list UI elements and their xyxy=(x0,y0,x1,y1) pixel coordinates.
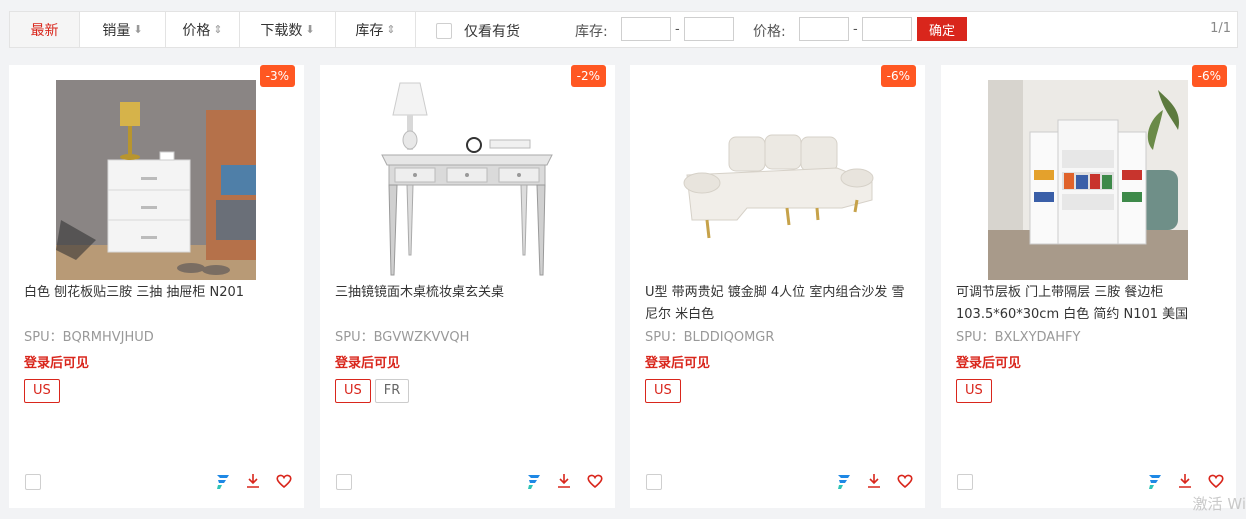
discount-badge: -6% xyxy=(1191,65,1227,87)
flash-icon[interactable] xyxy=(833,471,853,491)
price-login-note: 登录后可见 xyxy=(645,356,711,371)
price-login-note: 登录后可见 xyxy=(24,356,90,371)
download-icon[interactable] xyxy=(1175,471,1195,491)
card-actions xyxy=(822,471,915,491)
sort-updown-icon: ⇕ xyxy=(386,23,396,36)
region-tag: US xyxy=(645,379,681,403)
region-tag: FR xyxy=(374,379,410,403)
filter-bar: 最新 销量 ⬇ 价格 ⇕ 下载数 ⬇ 库存 ⇕ 仅看有货 库存: - 价格: - 确定 … xyxy=(9,11,1238,48)
sort-label: 最新 xyxy=(30,22,59,39)
select-checkbox[interactable] xyxy=(25,474,41,490)
region-tag: US xyxy=(24,379,60,403)
select-checkbox[interactable] xyxy=(957,474,973,490)
page-indicator: 1/1 xyxy=(1210,21,1231,36)
region-tag: US xyxy=(956,379,992,403)
heart-icon[interactable] xyxy=(585,471,605,491)
product-card[interactable]: -6% 可调节层板 门上带隔层 三胺 餐边柜 103.5*60*30cm 白色 … xyxy=(941,65,1246,513)
price-login-note: 登录后可见 xyxy=(956,356,1022,371)
price-min-input[interactable] xyxy=(799,17,849,41)
product-title[interactable]: U型 带两贵妃 镀金脚 4人位 室内组合沙发 雪尼尔 米白色 xyxy=(645,282,915,326)
flash-icon[interactable] xyxy=(1144,471,1164,491)
region-tags: US xyxy=(24,379,64,403)
sort-label: 销量 xyxy=(102,22,131,39)
product-card[interactable]: -2% 三抽镜镜面木桌梳妆桌玄关桌 SPU：BGVWZKVVQH 登录后可见 U… xyxy=(320,65,615,508)
price-max-input[interactable] xyxy=(862,17,912,41)
price-login-note: 登录后可见 xyxy=(335,356,401,371)
range-separator: - xyxy=(853,22,858,37)
sort-label: 库存 xyxy=(355,22,384,39)
flash-icon[interactable] xyxy=(212,471,232,491)
download-icon[interactable] xyxy=(864,471,884,491)
spu-code: SPU：BXLXYDAHFY xyxy=(956,330,1081,345)
product-title[interactable]: 可调节层板 门上带隔层 三胺 餐边柜 103.5*60*30cm 白色 简约 N… xyxy=(956,282,1226,326)
card-actions xyxy=(201,471,294,491)
activation-watermark: 激活 Wi xyxy=(1192,495,1246,513)
sort-downloads[interactable]: 下载数 ⬇ xyxy=(240,12,336,47)
heart-icon[interactable] xyxy=(895,471,915,491)
product-image-desk[interactable] xyxy=(367,80,567,280)
flash-icon[interactable] xyxy=(523,471,543,491)
range-separator: - xyxy=(675,22,680,37)
only-in-stock-label: 仅看有货 xyxy=(464,24,520,40)
product-card[interactable]: -6% U型 带两贵妃 镀金脚 4人位 室内组合沙发 雪尼尔 米白色 SPU：B… xyxy=(630,65,925,508)
select-checkbox[interactable] xyxy=(336,474,352,490)
sort-down-icon: ⬇ xyxy=(133,23,143,36)
stock-min-input[interactable] xyxy=(621,17,671,41)
region-tags: US xyxy=(956,379,996,403)
product-title[interactable]: 三抽镜镜面木桌梳妆桌玄关桌 xyxy=(335,282,605,304)
sort-newest[interactable]: 最新 xyxy=(10,12,80,47)
stock-range-label: 库存: xyxy=(575,24,608,40)
spu-code: SPU：BQRMHVJHUD xyxy=(24,330,154,345)
discount-badge: -2% xyxy=(570,65,606,87)
card-actions xyxy=(512,471,605,491)
sort-stock[interactable]: 库存 ⇕ xyxy=(336,12,416,47)
stock-max-input[interactable] xyxy=(684,17,734,41)
spu-code: SPU：BGVWZKVVQH xyxy=(335,330,470,345)
product-image-sofa[interactable] xyxy=(677,80,877,280)
product-image-nightstand[interactable] xyxy=(56,80,256,280)
sort-sales[interactable]: 销量 ⬇ xyxy=(80,12,166,47)
product-title[interactable]: 白色 刨花板贴三胺 三抽 抽屉柜 N201 xyxy=(24,282,294,304)
price-range-label: 价格: xyxy=(753,24,786,40)
sort-label: 价格 xyxy=(182,22,211,39)
sort-label: 下载数 xyxy=(260,22,303,39)
region-tags: US FR xyxy=(335,379,413,403)
select-checkbox[interactable] xyxy=(646,474,662,490)
heart-icon[interactable] xyxy=(1206,471,1226,491)
only-in-stock-toggle[interactable]: 仅看有货 xyxy=(436,21,520,41)
product-card[interactable]: -3% 白色 刨花板贴三胺 三抽 抽屉柜 N201 SPU：BQRMHVJHUD… xyxy=(9,65,304,508)
region-tag: US xyxy=(335,379,371,403)
product-image-cabinet[interactable] xyxy=(988,80,1188,280)
card-actions xyxy=(1133,471,1226,491)
discount-badge: -3% xyxy=(259,65,295,87)
download-icon[interactable] xyxy=(554,471,574,491)
confirm-button[interactable]: 确定 xyxy=(917,17,967,41)
region-tags: US xyxy=(645,379,685,403)
discount-badge: -6% xyxy=(880,65,916,87)
checkbox-icon[interactable] xyxy=(436,23,452,39)
sort-price[interactable]: 价格 ⇕ xyxy=(166,12,240,47)
sort-down-icon: ⬇ xyxy=(305,23,315,36)
spu-code: SPU：BLDDIQOMGR xyxy=(645,330,775,345)
heart-icon[interactable] xyxy=(274,471,294,491)
download-icon[interactable] xyxy=(243,471,263,491)
sort-updown-icon: ⇕ xyxy=(213,23,223,36)
